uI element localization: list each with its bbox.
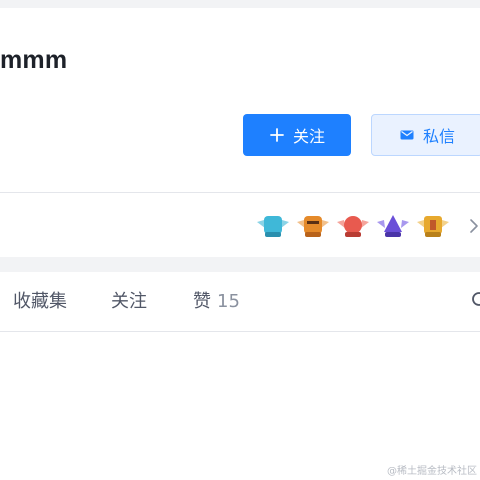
tab-label: 收藏集 — [13, 291, 67, 312]
tab-label: 关注 — [111, 291, 147, 312]
message-button-label: 私信 — [422, 127, 455, 146]
follow-button[interactable]: 关注 — [243, 114, 351, 156]
message-button[interactable]: 私信 — [371, 114, 480, 156]
tabs-divider — [0, 331, 480, 332]
mail-icon — [399, 127, 415, 143]
tab-label: 赞 — [193, 291, 211, 312]
chevron-right-icon[interactable] — [467, 216, 480, 236]
badge-2-icon — [295, 212, 331, 240]
plus-icon — [269, 127, 285, 143]
follow-button-label: 关注 — [292, 127, 325, 146]
tab-count: 15 — [217, 291, 240, 312]
badge-4-icon — [375, 212, 411, 240]
badge-1-icon — [255, 212, 291, 240]
watermark: @稀土掘金技术社区 — [387, 466, 477, 477]
tab-following[interactable]: 关注 — [111, 290, 147, 314]
tabs-card — [0, 272, 480, 480]
badge-3-icon — [335, 212, 371, 240]
tab-likes[interactable]: 赞 15 — [193, 290, 240, 314]
search-icon[interactable] — [470, 290, 480, 310]
username: mmm — [0, 46, 68, 74]
tab-collections[interactable]: 收藏集 — [13, 290, 67, 314]
divider — [0, 192, 480, 193]
badge-5-icon — [415, 212, 451, 240]
badge-row[interactable] — [255, 212, 451, 240]
